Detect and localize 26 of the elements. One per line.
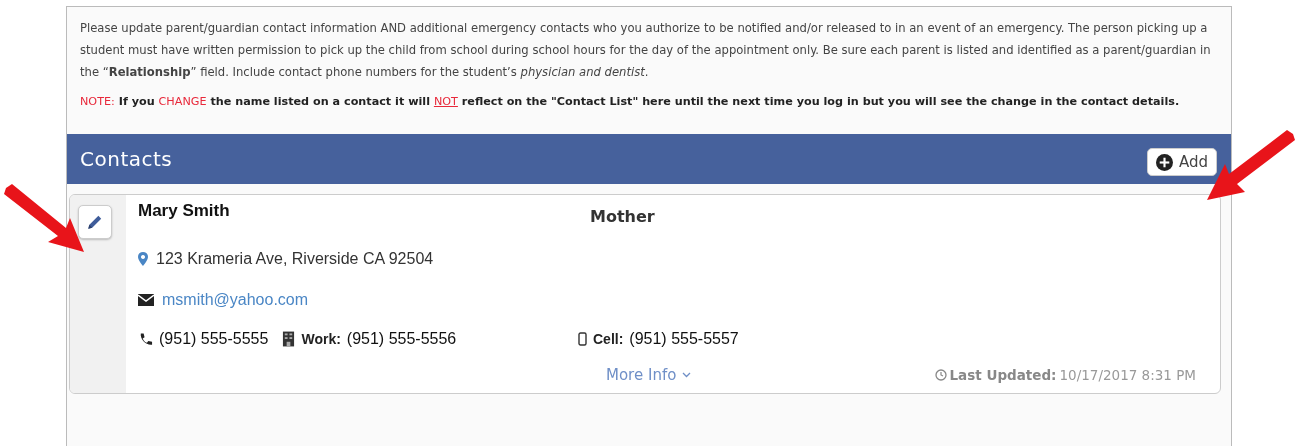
- last-updated-label: Last Updated:: [949, 367, 1057, 383]
- section-title: Contacts: [80, 147, 173, 171]
- clock-icon: [934, 369, 947, 381]
- last-updated-value: 10/17/2017 8:31 PM: [1059, 367, 1196, 383]
- phone-label: Work:: [301, 331, 341, 347]
- note-text: NOTE: If you CHANGE the name listed on a contact it will NOT reflect on the "Contact List" here until the next time you log in but you will see the change in the contact details.: [80, 94, 1181, 110]
- pencil-icon: [86, 213, 104, 231]
- edit-button[interactable]: [78, 205, 112, 239]
- phone-icon: [138, 331, 153, 347]
- email-link[interactable]: msmith@yahoo.com: [162, 291, 309, 309]
- more-info-link[interactable]: More Info: [606, 366, 692, 384]
- phone-label: Cell:: [593, 331, 624, 347]
- add-button[interactable]: Add: [1146, 148, 1217, 176]
- phone-number: (951) 555-5556: [346, 330, 457, 348]
- phone-number: (951) 555-5555: [159, 330, 269, 348]
- building-icon: [282, 331, 296, 347]
- mobile-phone-icon: [578, 332, 587, 346]
- chevron-down-icon: [682, 372, 692, 378]
- phone-number: (951) 555-5557: [629, 330, 739, 348]
- envelope-icon: [138, 294, 154, 306]
- plus-circle-icon: [1155, 153, 1173, 171]
- address-text: 123 Krameria Ave, Riverside CA 92504: [156, 250, 434, 268]
- map-pin-icon: [138, 252, 148, 266]
- relationship-text: Mother: [589, 206, 656, 228]
- contact-name: Mary Smith: [138, 201, 231, 222]
- instructions-text: Please update parent/guardian contact information AND additional emergency contacts who you authorize to be notified and/or released to in an event of an emergency. The person picking up a student must have written permission to pick up the child from school during school hours for the day of the appointment only. Be sure each parent is listed and identified as a parent/guardian in the “Relationship” field. Include contact phone numbers for the student’s physician and dentist.: [80, 20, 1212, 81]
